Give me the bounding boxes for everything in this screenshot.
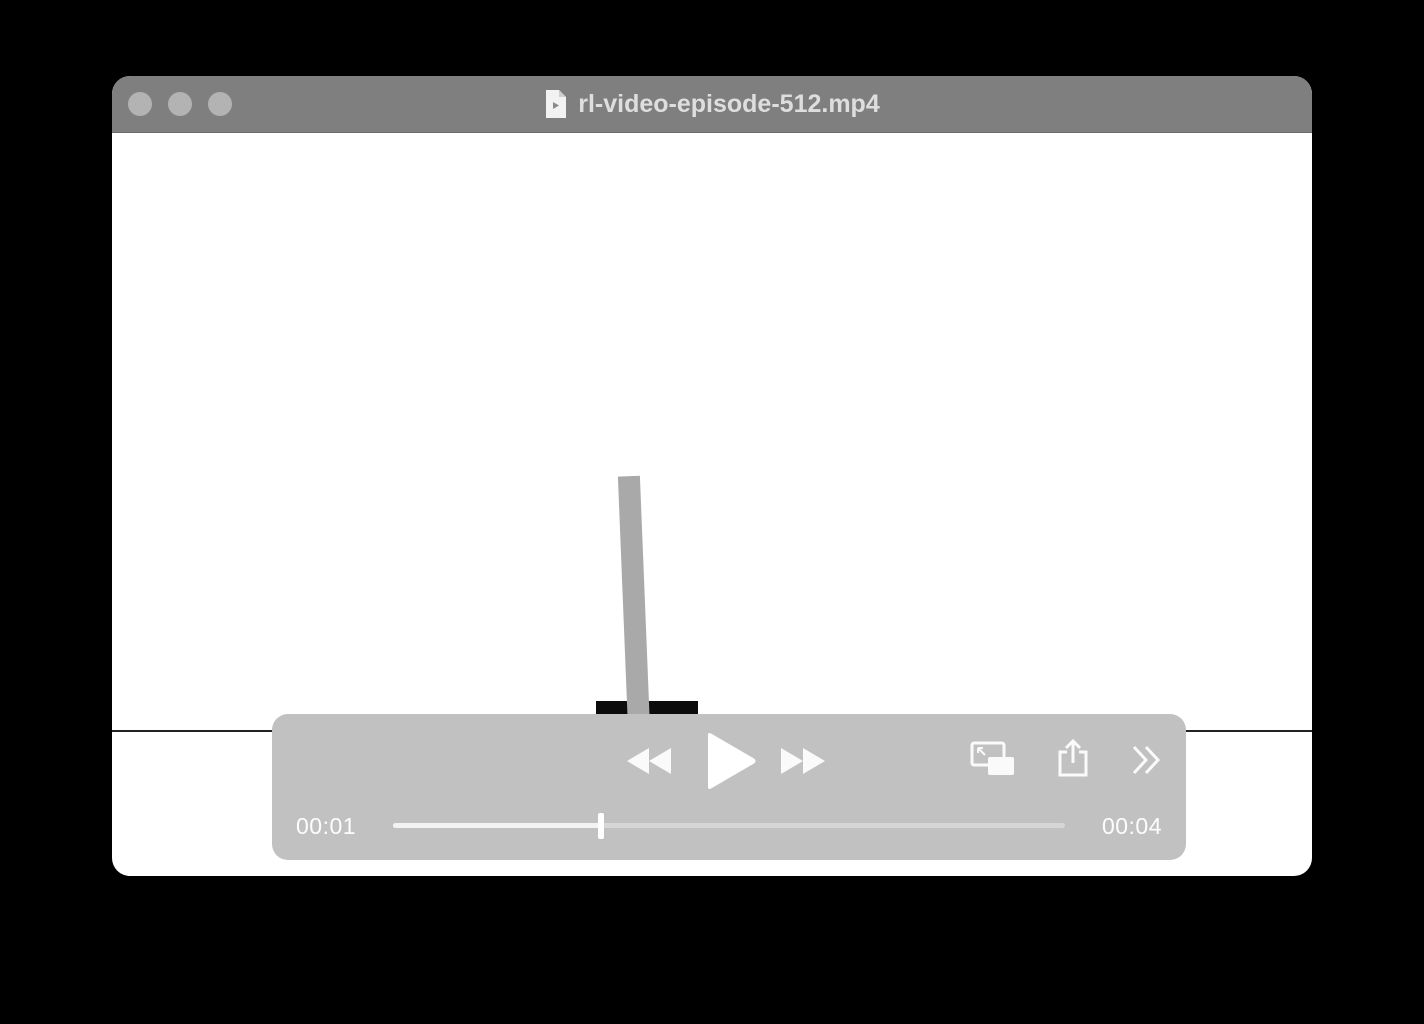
more-icon [1132,745,1161,775]
rewind-button[interactable] [625,746,675,776]
fast-forward-icon [781,748,825,774]
fast-forward-button[interactable] [779,746,829,776]
rewind-icon [627,748,671,774]
total-time: 00:04 [1101,813,1162,839]
share-button[interactable] [1056,738,1090,778]
playback-controls: 00:01 00:04 [272,714,1186,860]
share-icon [1058,738,1088,777]
play-icon [708,733,756,789]
window-title: rl-video-episode-512.mp4 [112,76,1312,132]
more-button[interactable] [1130,744,1164,776]
play-button[interactable] [704,732,758,790]
video-file-icon [546,90,567,118]
picture-in-picture-icon [970,741,1014,775]
current-time: 00:01 [296,813,357,839]
pole [617,475,650,729]
picture-in-picture-button[interactable] [970,741,1016,779]
progress-scrubber[interactable] [393,813,1065,839]
playhead-handle[interactable] [598,813,605,839]
title-bar[interactable]: rl-video-episode-512.mp4 [112,76,1312,133]
progress-fill [393,823,602,828]
window-title-text: rl-video-episode-512.mp4 [578,89,880,118]
player-window: rl-video-episode-512.mp4 00:01 00:04 [112,76,1312,876]
